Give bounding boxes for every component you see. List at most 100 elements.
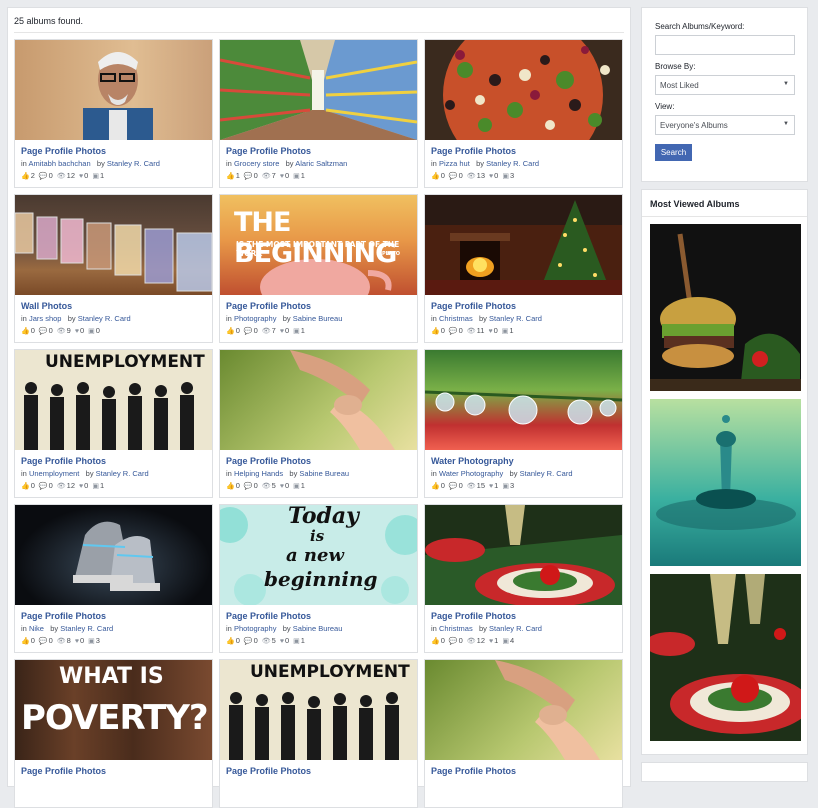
search-button[interactable]: Search — [655, 144, 692, 161]
album-card[interactable]: Wall Photos in Jars shop by Stanley R. C… — [14, 194, 213, 343]
album-thumbnail[interactable]: UNEMPLOYMENT — [15, 350, 212, 450]
album-author-link[interactable]: Stanley R. Card — [60, 624, 113, 633]
favorites-count: 0 — [84, 481, 89, 490]
album-thumbnail[interactable] — [425, 195, 622, 295]
heart-icon: ♥ — [74, 328, 79, 335]
in-label: in — [226, 159, 232, 168]
album-author-link[interactable]: Stanley R. Card — [489, 624, 542, 633]
search-input[interactable] — [655, 35, 795, 55]
thumbs-up-icon: 👍 — [431, 483, 440, 490]
album-title[interactable]: Page Profile Photos — [15, 450, 212, 466]
album-card[interactable]: Today is a new beginning Page Profile Ph… — [219, 504, 418, 653]
album-title[interactable]: Page Profile Photos — [220, 295, 417, 311]
eye-icon: 👁 — [261, 483, 271, 490]
album-thumbnail[interactable]: THE BEGINNING IS THE MOST IMPORTANT PART… — [220, 195, 417, 295]
album-category-link[interactable]: Christmas — [439, 624, 473, 633]
album-card[interactable]: Page Profile Photos in Christmas by Stan… — [424, 194, 623, 343]
album-category-link[interactable]: Grocery store — [234, 159, 279, 168]
album-author-link[interactable]: Stanley R. Card — [78, 314, 131, 323]
album-category-link[interactable]: Nike — [29, 624, 44, 633]
album-title[interactable]: Page Profile Photos — [220, 140, 417, 156]
album-meta: in Nike by Stanley R. Card — [15, 621, 212, 633]
album-category-link[interactable]: Photography — [234, 314, 277, 323]
photo-icon: ▣ — [92, 483, 99, 490]
likes-count: 0 — [30, 636, 35, 645]
album-thumbnail[interactable] — [220, 350, 417, 450]
album-thumbnail[interactable]: UNEMPLOYMENT — [220, 660, 417, 760]
album-category-link[interactable]: Water Photography — [439, 469, 503, 478]
view-select[interactable]: Everyone's Albums ▼ — [655, 115, 795, 135]
album-category-link[interactable]: Helping Hands — [234, 469, 283, 478]
album-author-link[interactable]: Sabine Bureau — [293, 314, 343, 323]
album-thumbnail[interactable]: Today is a new beginning — [220, 505, 417, 605]
album-author-link[interactable]: Stanley R. Card — [520, 469, 573, 478]
album-category-link[interactable]: Amitabh bachchan — [29, 159, 91, 168]
album-thumbnail[interactable] — [425, 350, 622, 450]
album-author-link[interactable]: Stanley R. Card — [96, 469, 149, 478]
album-author-link[interactable]: Stanley R. Card — [489, 314, 542, 323]
album-title[interactable]: Page Profile Photos — [220, 450, 417, 466]
album-thumbnail[interactable] — [425, 505, 622, 605]
results-count: 25 albums found. — [14, 16, 84, 26]
album-author-link[interactable]: Stanley R. Card — [486, 159, 539, 168]
album-author-link[interactable]: Sabine Bureau — [293, 624, 343, 633]
most-viewed-album-thumbnail[interactable] — [650, 224, 801, 391]
photos-count: 1 — [300, 481, 305, 490]
most-viewed-panel: Most Viewed Albums — [641, 189, 808, 755]
views-count: 5 — [271, 636, 276, 645]
album-title[interactable]: Water Photography — [425, 450, 622, 466]
album-card[interactable]: Page Profile Photos in Nike by Stanley R… — [14, 504, 213, 653]
album-thumbnail[interactable] — [15, 40, 212, 140]
album-thumbnail[interactable] — [425, 660, 622, 760]
album-card[interactable]: THE BEGINNING IS THE MOST IMPORTANT PART… — [219, 194, 418, 343]
album-thumbnail[interactable] — [220, 40, 417, 140]
album-category-link[interactable]: Unemployment — [29, 469, 79, 478]
comments-count: 0 — [48, 171, 53, 180]
album-category-link[interactable]: Christmas — [439, 314, 473, 323]
album-card[interactable]: WHAT IS POVERTY? Page Profile Photos — [14, 659, 213, 808]
album-thumbnail[interactable]: WHAT IS POVERTY? — [15, 660, 212, 760]
album-thumbnail[interactable] — [15, 195, 212, 295]
album-author-link[interactable]: Stanley R. Card — [107, 159, 160, 168]
album-title[interactable]: Page Profile Photos — [15, 605, 212, 621]
album-card[interactable]: Page Profile Photos in Helping Hands by … — [219, 349, 418, 498]
views-count: 5 — [271, 481, 276, 490]
album-thumbnail[interactable] — [425, 40, 622, 140]
albums-panel: 25 albums found. Page Profile Photos in … — [7, 7, 631, 808]
album-category-link[interactable]: Pizza hut — [439, 159, 470, 168]
browse-select[interactable]: Most Liked ▼ — [655, 75, 795, 95]
most-viewed-album-thumbnail[interactable] — [650, 399, 801, 566]
album-title[interactable]: Page Profile Photos — [15, 140, 212, 156]
album-title[interactable]: Page Profile Photos — [220, 760, 417, 776]
album-author-link[interactable]: Alaric Saltzman — [295, 159, 347, 168]
most-viewed-album-thumbnail[interactable] — [650, 574, 801, 741]
album-card[interactable]: Water Photography in Water Photography b… — [424, 349, 623, 498]
eye-icon: 👁 — [56, 173, 66, 180]
album-author-link[interactable]: Sabine Bureau — [299, 469, 349, 478]
comment-icon: 💬 — [38, 328, 48, 335]
album-title[interactable]: Page Profile Photos — [425, 605, 622, 621]
heart-icon: ♥ — [489, 638, 494, 645]
album-category-link[interactable]: Photography — [234, 624, 277, 633]
album-card[interactable]: Page Profile Photos in Christmas by Stan… — [424, 504, 623, 653]
album-title[interactable]: Wall Photos — [15, 295, 212, 311]
favorites-count: 0 — [84, 171, 89, 180]
album-title[interactable]: Page Profile Photos — [425, 140, 622, 156]
album-card[interactable]: Page Profile Photos — [424, 659, 623, 808]
view-selected-value: Everyone's Albums — [660, 121, 728, 130]
album-card[interactable]: UNEMPLOYMENT Page Profile Photos — [219, 659, 418, 808]
album-card[interactable]: UNEMPLOYMENT Page Profile Photos in Unem… — [14, 349, 213, 498]
album-title[interactable]: Page Profile Photos — [425, 295, 622, 311]
album-card[interactable]: Page Profile Photos in Amitabh bachchan … — [14, 39, 213, 188]
album-card[interactable]: Page Profile Photos in Pizza hut by Stan… — [424, 39, 623, 188]
photo-icon: ▣ — [501, 328, 509, 335]
comment-icon: 💬 — [38, 483, 48, 490]
album-category-link[interactable]: Jars shop — [29, 314, 62, 323]
album-card[interactable]: Page Profile Photos in Grocery store by … — [219, 39, 418, 188]
eye-icon: 👁 — [466, 638, 476, 645]
album-thumbnail[interactable] — [15, 505, 212, 605]
by-label: by — [509, 469, 518, 478]
album-title[interactable]: Page Profile Photos — [15, 760, 212, 776]
album-title[interactable]: Page Profile Photos — [220, 605, 417, 621]
album-title[interactable]: Page Profile Photos — [425, 760, 622, 776]
